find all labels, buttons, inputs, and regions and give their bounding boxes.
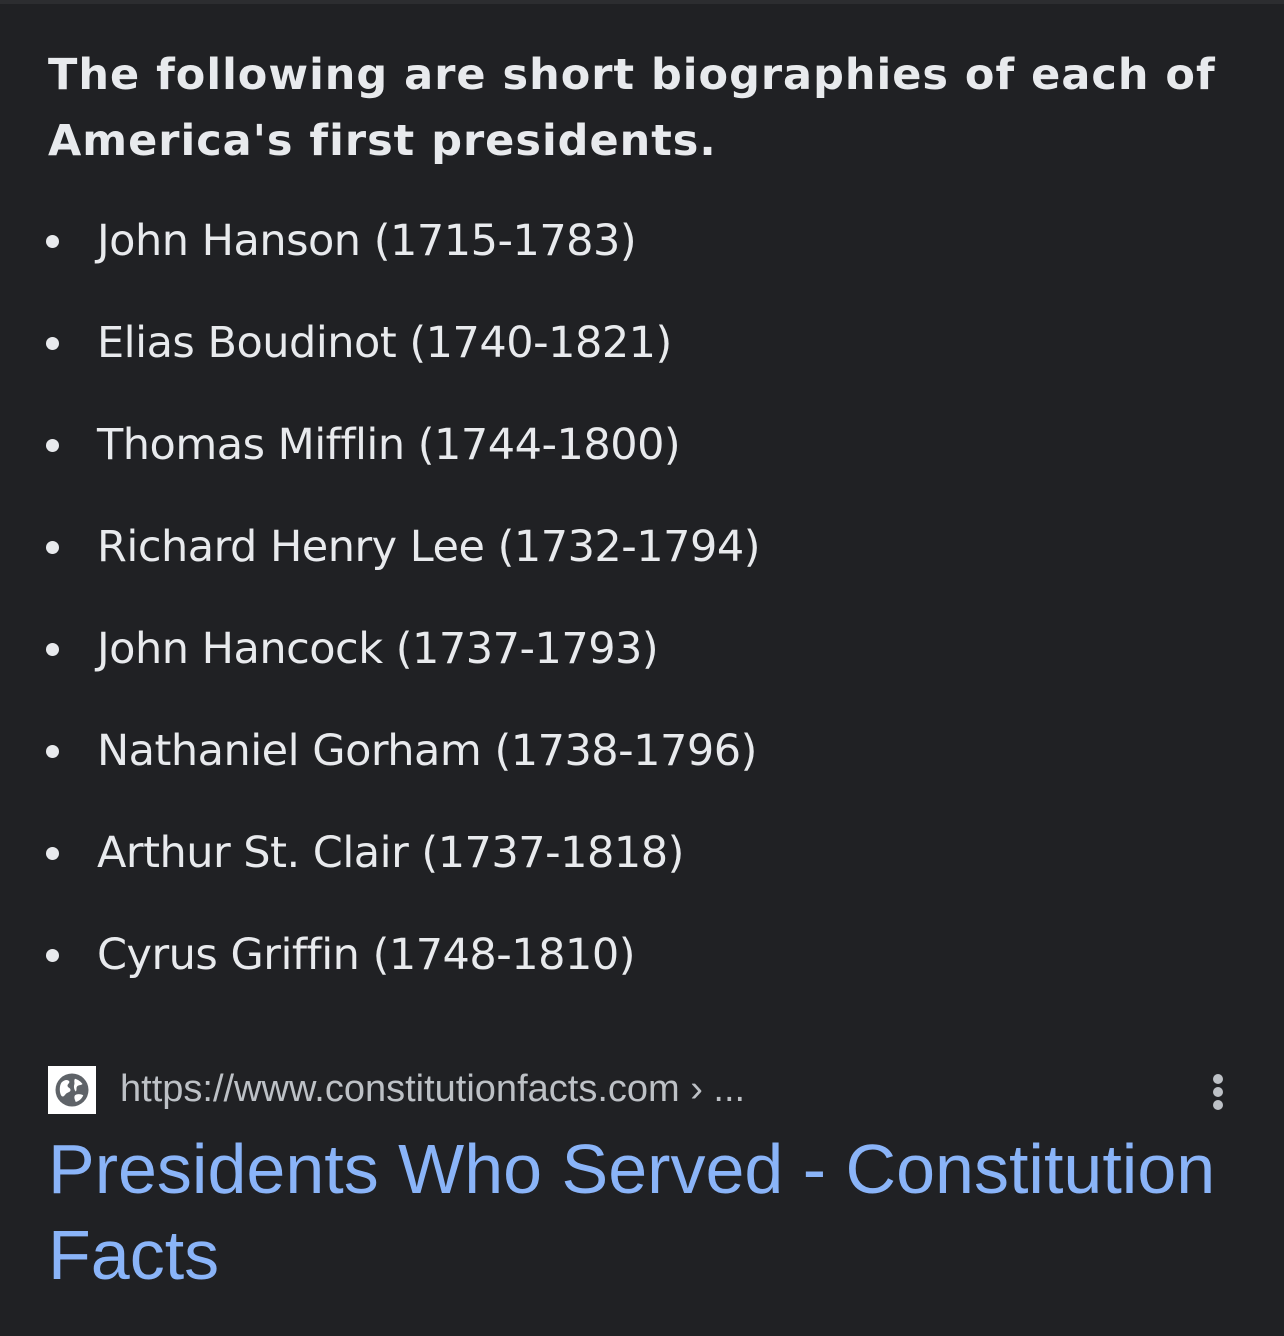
bullet-icon [46,541,59,554]
bullet-icon [46,337,59,350]
list-item: Thomas Mifflin (1744-1800) [0,394,1284,496]
list-item: Elias Boudinot (1740-1821) [0,292,1284,394]
list-item-text: Cyrus Griffin (1748-1810) [97,930,636,980]
bullet-icon [46,235,59,248]
list-item: John Hancock (1737-1793) [0,598,1284,700]
snippet-heading: The following are short biographies of e… [48,50,1216,166]
list-item-text: Elias Boudinot (1740-1821) [97,318,672,368]
list-item: Nathaniel Gorham (1738-1796) [0,700,1284,802]
list-item-text: Nathaniel Gorham (1738-1796) [97,726,757,776]
list-item-text: Richard Henry Lee (1732-1794) [97,522,761,572]
more-options-button[interactable] [1202,1064,1234,1120]
bullet-icon [46,847,59,860]
list-item: John Hanson (1715-1783) [0,190,1284,292]
list-item-text: John Hancock (1737-1793) [97,624,659,674]
bullet-icon [46,439,59,452]
list-item-text: Thomas Mifflin (1744-1800) [97,420,681,470]
bullet-icon [46,745,59,758]
bullet-icon [46,643,59,656]
list-item: Richard Henry Lee (1732-1794) [0,496,1284,598]
result-source: https://www.constitutionfacts.com › ... [48,1064,1248,1114]
list-item: Cyrus Griffin (1748-1810) [0,904,1284,1006]
source-url[interactable]: https://www.constitutionfacts.com › ... [120,1066,745,1112]
list-item: Arthur St. Clair (1737-1818) [0,802,1284,904]
globe-icon [48,1066,96,1114]
list-item-text: John Hanson (1715-1783) [97,216,637,266]
more-vert-icon-dot [1213,1087,1223,1097]
result-title-link[interactable]: Presidents Who Served - Constitution Fac… [48,1126,1228,1298]
top-divider [0,0,1284,4]
more-vert-icon [1213,1074,1223,1084]
more-vert-icon-dot [1213,1100,1223,1110]
presidents-list: John Hanson (1715-1783) Elias Boudinot (… [0,190,1284,1006]
bullet-icon [46,949,59,962]
list-item-text: Arthur St. Clair (1737-1818) [97,828,684,878]
